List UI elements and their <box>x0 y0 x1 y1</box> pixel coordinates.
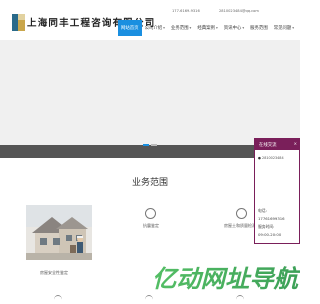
header-email[interactable]: 2810023484@qq.com <box>219 9 259 13</box>
qq-icon: ● <box>258 156 261 160</box>
close-icon[interactable]: × <box>294 141 297 146</box>
hotline-number: 17761699316 <box>258 216 285 221</box>
watermark-logo: 亿动网址导航 <box>152 265 300 293</box>
nav-item-business[interactable]: 业务范围 ▾ <box>168 20 194 36</box>
qq-contact[interactable]: ● 2810023484 <box>258 156 284 160</box>
nav-item-cases[interactable]: 经典案例 ▾ <box>194 20 220 36</box>
logo-icon <box>12 14 25 31</box>
nav-item-label: 常见问题 <box>273 26 292 31</box>
nav-item-home[interactable]: 网站首页 <box>118 20 142 36</box>
hotline-label: 电话: <box>258 208 267 213</box>
chevron-down-icon: ▾ <box>242 26 245 30</box>
chevron-down-icon: ▾ <box>163 26 165 30</box>
chevron-down-icon: ▾ <box>189 26 192 30</box>
qq-number: 2810023484 <box>262 156 284 160</box>
nav-item-news[interactable]: 资讯中心 ▾ <box>221 20 247 36</box>
nav-item-label: 业务范围 <box>170 26 189 31</box>
service-label[interactable]: 抗震鉴定 <box>143 223 159 229</box>
main-nav: 网站首页 公司介绍 ▾ 业务范围 ▾ 经典案例 ▾ 资讯中心 ▾ 服务范围 常见问题 ▾ <box>118 20 297 36</box>
nav-item-label: 公司介绍 <box>144 26 163 31</box>
chevron-down-icon: ▾ <box>215 26 218 30</box>
header-phone: 177-6169-9316 <box>172 9 200 13</box>
chevron-down-icon: ▾ <box>292 26 295 30</box>
service-label[interactable]: 房屋安全性鉴定 <box>40 270 68 276</box>
contact-widget: 在线交流 × ● 2810023484 电话: 17761699316 服务时间… <box>254 138 300 244</box>
nav-item-services[interactable]: 服务范围 <box>247 20 271 36</box>
hero-banner <box>0 40 300 150</box>
watermark-text: 亿动网址导航 <box>152 265 300 293</box>
nav-item-label: 服务范围 <box>250 26 268 31</box>
widget-header[interactable]: 在线交流 <box>255 139 299 150</box>
widget-title: 在线交流 <box>259 142 277 148</box>
nav-item-label: 资讯中心 <box>223 26 242 31</box>
hours-label: 服务时间: <box>258 224 275 229</box>
carousel-indicator-active[interactable] <box>143 144 149 146</box>
hours-value: 09:00-20:00 <box>258 232 282 237</box>
nav-item-label: 经典案例 <box>197 26 215 31</box>
carousel-indicator[interactable] <box>151 144 157 146</box>
loading-spinner-icon <box>236 208 247 219</box>
loading-spinner-icon <box>145 208 156 219</box>
nav-item-about[interactable]: 公司介绍 ▾ <box>142 20 168 36</box>
nav-item-faq[interactable]: 常见问题 ▾ <box>271 20 297 36</box>
house-image[interactable] <box>26 205 92 260</box>
nav-item-label: 网站首页 <box>121 26 139 31</box>
